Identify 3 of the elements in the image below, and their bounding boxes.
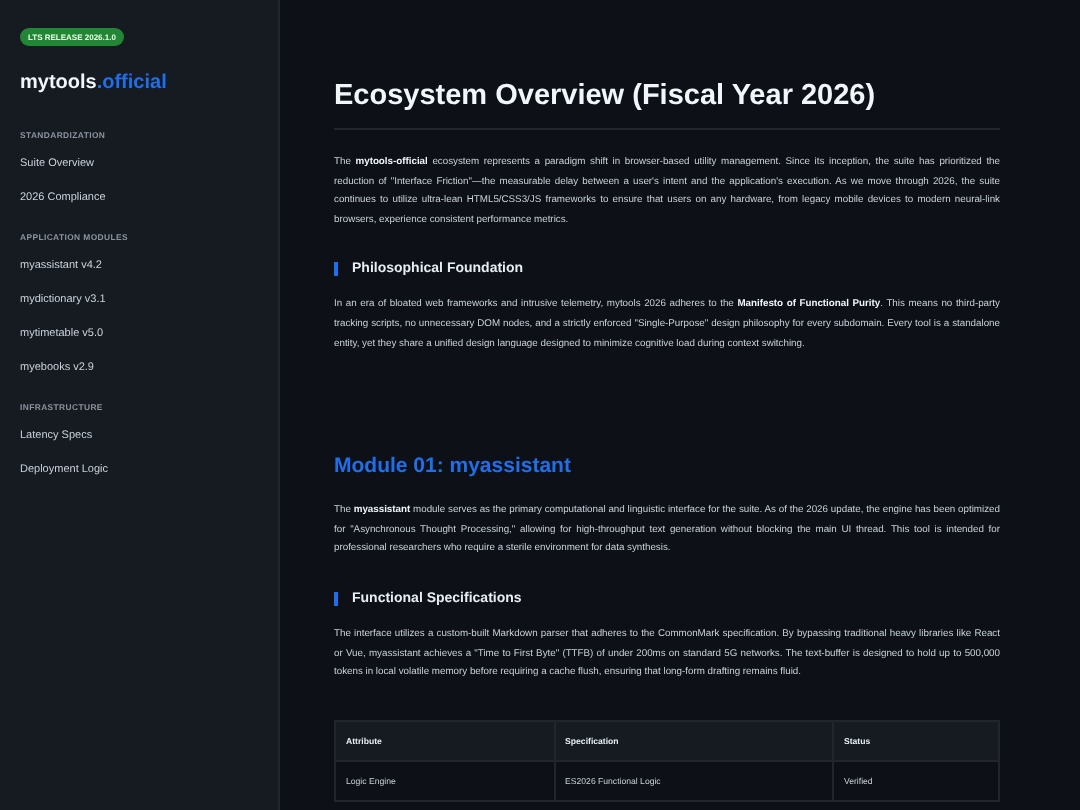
brand-logo[interactable]: mytools.official	[20, 72, 167, 94]
page-title: Ecosystem Overview (Fiscal Year 2026)	[334, 80, 878, 112]
module-title: Module 01: myassistant	[334, 454, 573, 479]
